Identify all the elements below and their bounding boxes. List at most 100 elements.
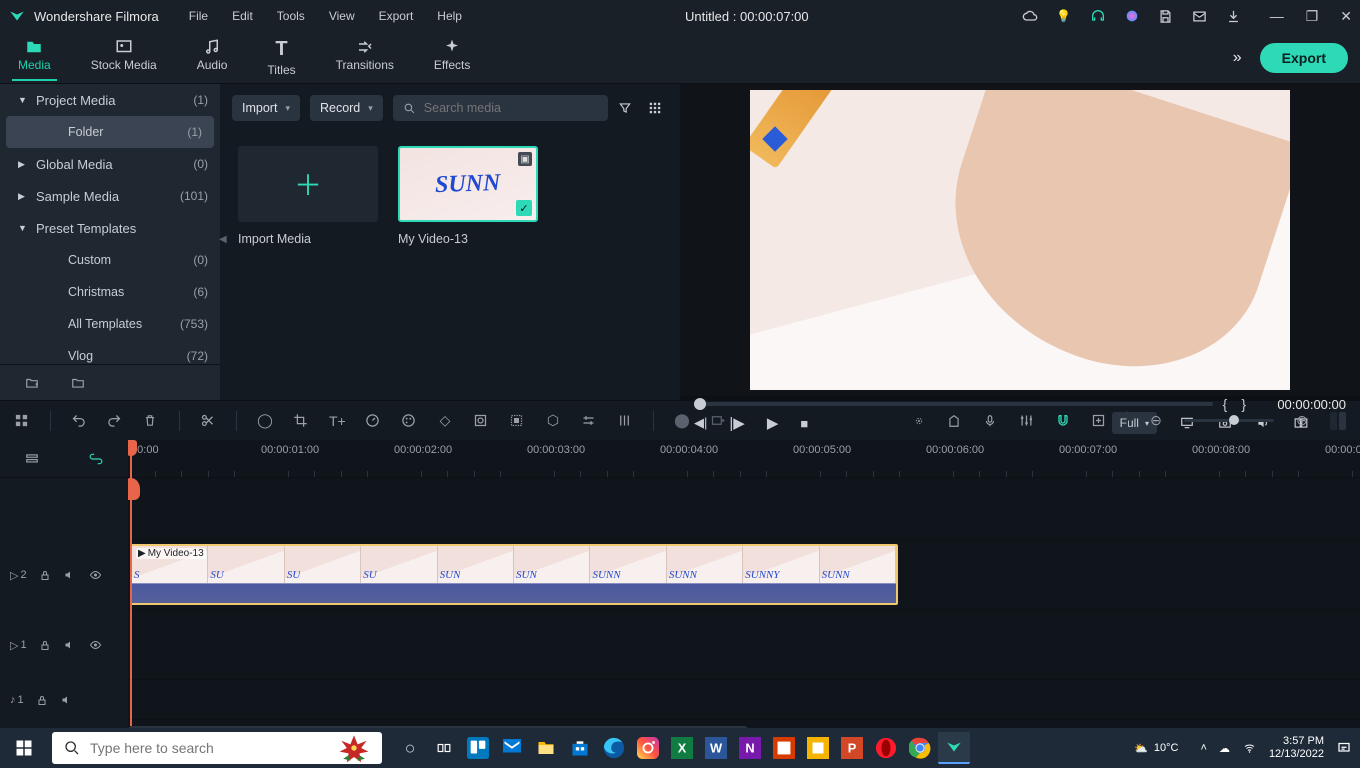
marker-button[interactable]	[947, 413, 963, 429]
menu-help[interactable]: Help	[427, 5, 472, 27]
timeline-audio-track-1[interactable]	[128, 680, 1360, 720]
save-icon[interactable]	[1158, 8, 1174, 24]
track-mute-icon[interactable]	[63, 639, 76, 651]
library-item[interactable]: ▼Preset Templates	[0, 212, 220, 244]
tab-transitions[interactable]: Transitions	[330, 34, 400, 81]
library-item[interactable]: ▶Sample Media(101)	[0, 180, 220, 212]
zoom-slider[interactable]	[1184, 419, 1274, 422]
timeline-ruler[interactable]: :00:0000:00:01:0000:00:02:0000:00:03:000…	[128, 440, 1360, 478]
account-icon[interactable]	[1124, 8, 1140, 24]
timeline-video-track-1[interactable]	[128, 610, 1360, 680]
zoom-in-button[interactable]: ⊕	[1294, 412, 1310, 429]
track-lock-icon[interactable]	[39, 569, 51, 582]
magnetic-button[interactable]	[1055, 413, 1071, 429]
link-toggle-button[interactable]	[87, 452, 105, 466]
taskbar-search[interactable]	[52, 732, 382, 764]
track-visibility-icon[interactable]	[88, 569, 103, 581]
menu-tools[interactable]: Tools	[267, 5, 315, 27]
collapse-sidebar-handle[interactable]: ◀	[219, 234, 227, 245]
track-play-icon[interactable]: ▷1	[10, 639, 27, 652]
app-wps-icon[interactable]	[768, 732, 800, 764]
zoom-out-button[interactable]: ⊖	[1148, 412, 1164, 429]
track-audio-icon[interactable]: ♪1	[10, 694, 24, 706]
auto-ripple-button[interactable]	[1091, 413, 1107, 428]
menu-file[interactable]: File	[179, 5, 218, 27]
wifi-icon[interactable]	[1242, 742, 1257, 754]
headphones-icon[interactable]	[1090, 8, 1106, 24]
undo-button[interactable]	[71, 413, 87, 428]
word-icon[interactable]: W	[700, 732, 732, 764]
onenote-icon[interactable]: N	[734, 732, 766, 764]
mail-icon[interactable]	[496, 732, 528, 764]
track-manager-button[interactable]	[24, 452, 40, 466]
render-preview-button[interactable]	[710, 413, 726, 428]
maximize-button[interactable]: ❐	[1306, 8, 1319, 25]
library-item[interactable]: ▶Global Media(0)	[0, 148, 220, 180]
opera-icon[interactable]	[870, 732, 902, 764]
export-button[interactable]: Export	[1260, 43, 1348, 73]
keyframe-button[interactable]: ◇	[437, 412, 453, 429]
crop-button[interactable]	[293, 413, 309, 428]
split-button[interactable]	[200, 413, 216, 428]
adjust-button[interactable]	[581, 413, 597, 428]
library-item[interactable]: ▼Project Media(1)	[0, 84, 220, 116]
mark-in-button[interactable]: {	[1223, 396, 1228, 412]
edge-icon[interactable]	[598, 732, 630, 764]
tab-media[interactable]: Media	[12, 34, 57, 81]
mixer-button[interactable]	[1019, 413, 1035, 428]
tab-titles[interactable]: T Titles	[261, 34, 301, 81]
mic-button[interactable]	[983, 413, 999, 429]
import-dropdown[interactable]: Import▾	[232, 95, 300, 121]
weather-widget[interactable]: ⛅ 10°C	[1134, 742, 1178, 755]
new-folder-button[interactable]	[24, 376, 40, 390]
cloud-icon[interactable]	[1022, 8, 1038, 24]
powerpoint-icon[interactable]: P	[836, 732, 868, 764]
track-visibility-icon[interactable]	[88, 639, 103, 651]
timeline-track-spacer[interactable]	[128, 478, 1360, 540]
prev-frame-button[interactable]: ◀|	[694, 415, 707, 431]
scrub-thumb[interactable]	[694, 398, 706, 410]
timeline-clip[interactable]: ▶ My Video-13 SSUSUSUSUNSUNSUNNSUNNSUNNY…	[130, 544, 898, 605]
tab-stock-media[interactable]: Stock Media	[85, 34, 163, 81]
chrome-icon[interactable]	[904, 732, 936, 764]
play-button[interactable]: ▶	[767, 414, 779, 432]
filter-icon[interactable]	[618, 101, 638, 115]
media-item[interactable]: SUNN ▣ ✓ My Video-13	[398, 146, 538, 246]
mark-out-button[interactable]: }	[1241, 396, 1246, 412]
track-size-toggle[interactable]	[1330, 412, 1346, 430]
track-mute-icon[interactable]	[63, 569, 76, 581]
menu-edit[interactable]: Edit	[222, 5, 263, 27]
more-tabs-button[interactable]: »	[1233, 49, 1242, 67]
explorer-icon[interactable]	[530, 732, 562, 764]
preview-canvas[interactable]	[680, 84, 1360, 396]
menu-view[interactable]: View	[319, 5, 365, 27]
library-item[interactable]: Folder(1)	[6, 116, 214, 148]
cortana-icon[interactable]: ○	[394, 732, 426, 764]
track-play-icon[interactable]: ▷2	[10, 569, 27, 582]
mark-button[interactable]: ◯	[257, 412, 273, 429]
download-icon[interactable]	[1226, 8, 1242, 24]
text-tool-button[interactable]: T+	[329, 413, 345, 429]
timeline-video-track-2[interactable]: ▶ My Video-13 SSUSUSUSUNSUNSUNNSUNNSUNNY…	[128, 540, 1360, 610]
start-button[interactable]	[0, 728, 48, 768]
taskbar-search-input[interactable]	[90, 740, 370, 756]
record-voiceover-button[interactable]: ⬤	[674, 412, 690, 429]
app-slides-icon[interactable]	[802, 732, 834, 764]
color-button[interactable]	[401, 413, 417, 428]
close-button[interactable]: ✕	[1340, 8, 1352, 25]
tracking-button[interactable]	[911, 413, 927, 429]
notifications-icon[interactable]	[1336, 741, 1352, 756]
redo-button[interactable]	[107, 413, 123, 428]
minimize-button[interactable]: —	[1270, 8, 1284, 25]
stop-button[interactable]: ■	[800, 416, 808, 431]
task-view-icon[interactable]	[428, 732, 460, 764]
grid-view-icon[interactable]	[648, 101, 668, 115]
step-button[interactable]: |▶	[729, 414, 744, 432]
taskbar-clock[interactable]: 3:57 PM 12/13/2022	[1269, 735, 1324, 761]
playhead[interactable]	[130, 440, 132, 726]
store-icon[interactable]	[564, 732, 596, 764]
audio-mixer-button[interactable]	[617, 413, 633, 428]
tray-chevron-icon[interactable]: ˄	[1201, 742, 1207, 754]
select-tool-icon[interactable]	[14, 413, 30, 428]
filmora-taskbar-icon[interactable]	[938, 732, 970, 764]
